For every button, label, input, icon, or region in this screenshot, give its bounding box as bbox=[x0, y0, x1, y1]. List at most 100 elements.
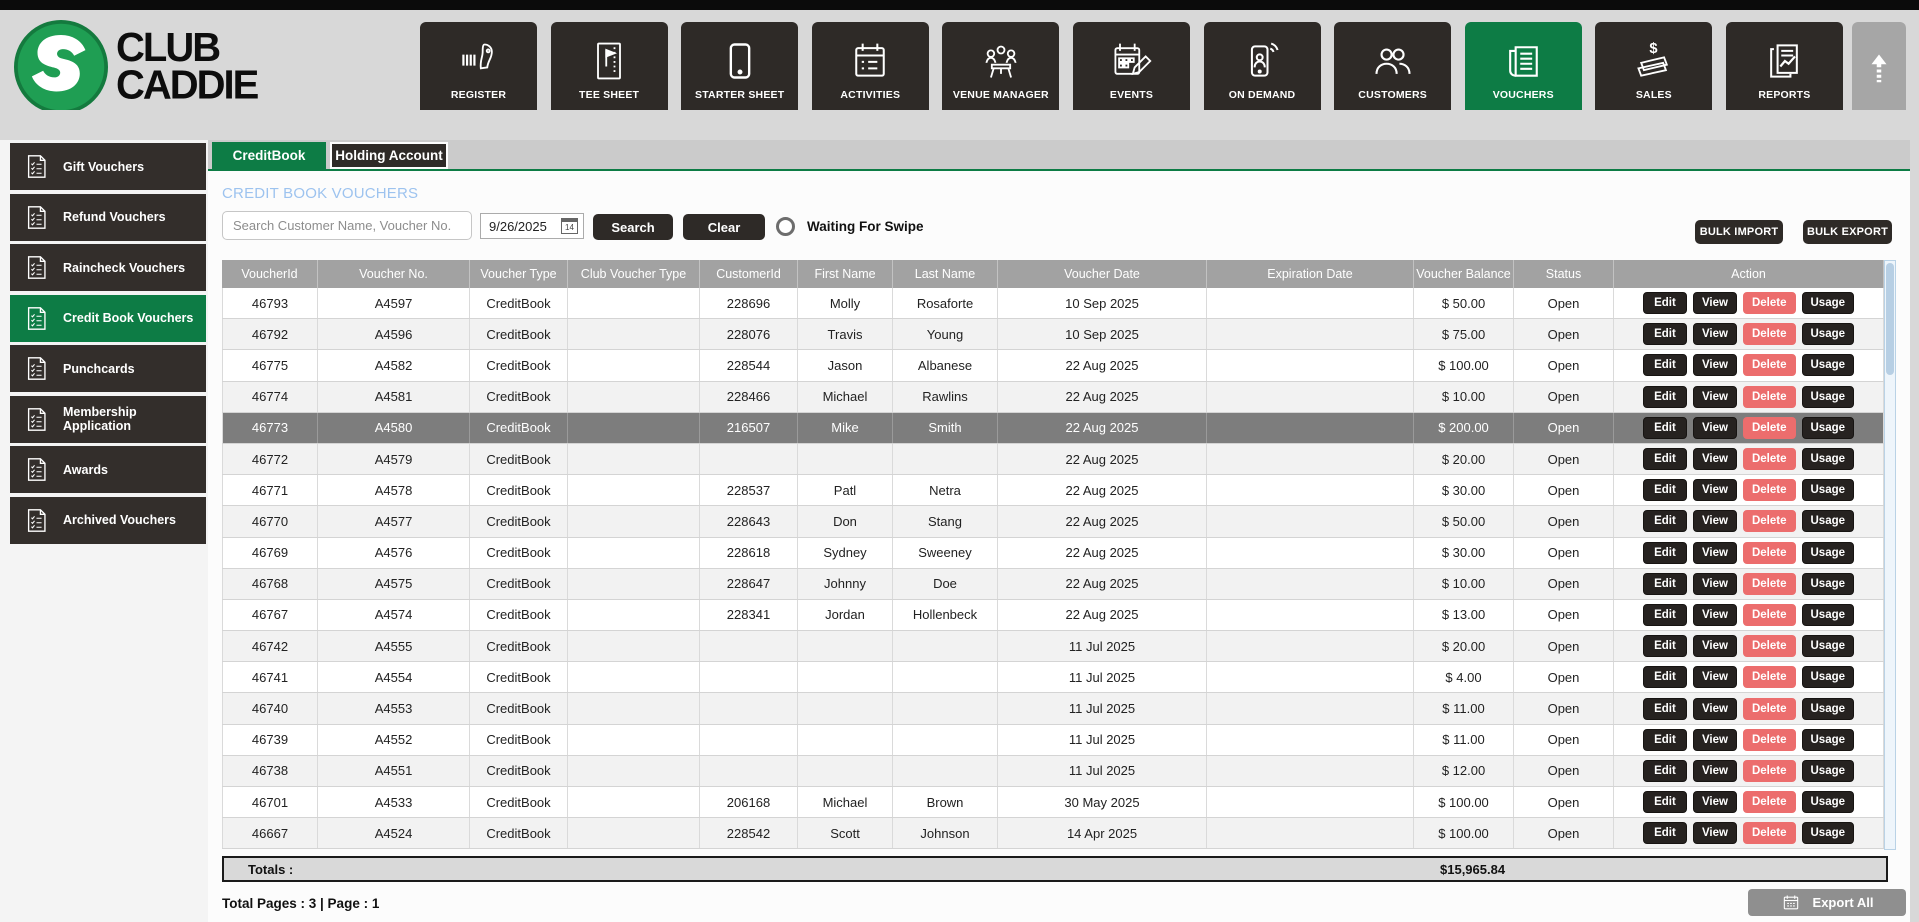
delete-button[interactable]: Delete bbox=[1743, 635, 1796, 657]
nav-tile-events[interactable]: EVENTS bbox=[1073, 22, 1190, 118]
table-row[interactable]: 46774A4581CreditBook228466MichaelRawlins… bbox=[222, 382, 1884, 413]
delete-button[interactable]: Delete bbox=[1743, 323, 1796, 345]
view-button[interactable]: View bbox=[1693, 479, 1737, 501]
view-button[interactable]: View bbox=[1693, 604, 1737, 626]
table-scrollbar[interactable] bbox=[1884, 260, 1896, 850]
delete-button[interactable]: Delete bbox=[1743, 448, 1796, 470]
table-row[interactable]: 46742A4555CreditBook11 Jul 2025$ 20.00Op… bbox=[222, 631, 1884, 662]
delete-button[interactable]: Delete bbox=[1743, 292, 1796, 314]
delete-button[interactable]: Delete bbox=[1743, 510, 1796, 532]
scrollbar-thumb[interactable] bbox=[1886, 263, 1894, 375]
edit-button[interactable]: Edit bbox=[1643, 760, 1687, 782]
table-row[interactable]: 46701A4533CreditBook206168MichaelBrown30… bbox=[222, 787, 1884, 818]
edit-button[interactable]: Edit bbox=[1643, 573, 1687, 595]
edit-button[interactable]: Edit bbox=[1643, 635, 1687, 657]
sidebar-item-refund-vouchers[interactable]: Refund Vouchers bbox=[10, 194, 206, 241]
delete-button[interactable]: Delete bbox=[1743, 479, 1796, 501]
sidebar-item-archived-vouchers[interactable]: Archived Vouchers bbox=[10, 497, 206, 544]
delete-button[interactable]: Delete bbox=[1743, 666, 1796, 688]
edit-button[interactable]: Edit bbox=[1643, 666, 1687, 688]
nav-tile-sales[interactable]: $SALES bbox=[1595, 22, 1712, 118]
bulk-import-button[interactable]: BULK IMPORT bbox=[1695, 220, 1783, 244]
view-button[interactable]: View bbox=[1693, 292, 1737, 314]
edit-button[interactable]: Edit bbox=[1643, 292, 1687, 314]
delete-button[interactable]: Delete bbox=[1743, 417, 1796, 439]
table-row[interactable]: 46741A4554CreditBook11 Jul 2025$ 4.00Ope… bbox=[222, 662, 1884, 693]
view-button[interactable]: View bbox=[1693, 510, 1737, 532]
view-button[interactable]: View bbox=[1693, 323, 1737, 345]
export-all-button[interactable]: Export All bbox=[1748, 889, 1906, 916]
table-row[interactable]: 46771A4578CreditBook228537PatlNetra22 Au… bbox=[222, 475, 1884, 506]
nav-tile-register[interactable]: REGISTER bbox=[420, 22, 537, 118]
edit-button[interactable]: Edit bbox=[1643, 822, 1687, 844]
nav-tile-starter-sheet[interactable]: STARTER SHEET bbox=[681, 22, 798, 118]
view-button[interactable]: View bbox=[1693, 542, 1737, 564]
usage-button[interactable]: Usage bbox=[1802, 666, 1855, 688]
usage-button[interactable]: Usage bbox=[1802, 573, 1855, 595]
usage-button[interactable]: Usage bbox=[1802, 354, 1855, 376]
sidebar-item-membership-application[interactable]: Membership Application bbox=[10, 396, 206, 443]
view-button[interactable]: View bbox=[1693, 573, 1737, 595]
usage-button[interactable]: Usage bbox=[1802, 292, 1855, 314]
view-button[interactable]: View bbox=[1693, 448, 1737, 470]
usage-button[interactable]: Usage bbox=[1802, 604, 1855, 626]
date-picker[interactable]: 9/26/2025 14 bbox=[480, 213, 584, 239]
delete-button[interactable]: Delete bbox=[1743, 386, 1796, 408]
view-button[interactable]: View bbox=[1693, 666, 1737, 688]
delete-button[interactable]: Delete bbox=[1743, 573, 1796, 595]
usage-button[interactable]: Usage bbox=[1802, 323, 1855, 345]
delete-button[interactable]: Delete bbox=[1743, 604, 1796, 626]
sidebar-item-credit-book-vouchers[interactable]: Credit Book Vouchers bbox=[10, 295, 206, 342]
usage-button[interactable]: Usage bbox=[1802, 542, 1855, 564]
table-row[interactable]: 46768A4575CreditBook228647JohnnyDoe22 Au… bbox=[222, 569, 1884, 600]
search-input[interactable] bbox=[222, 211, 472, 240]
clear-button[interactable]: Clear bbox=[683, 214, 765, 240]
delete-button[interactable]: Delete bbox=[1743, 542, 1796, 564]
edit-button[interactable]: Edit bbox=[1643, 479, 1687, 501]
nav-tile-venue-manager[interactable]: VENUE MANAGER bbox=[942, 22, 1059, 118]
edit-button[interactable]: Edit bbox=[1643, 729, 1687, 751]
table-row[interactable]: 46739A4552CreditBook11 Jul 2025$ 11.00Op… bbox=[222, 725, 1884, 756]
view-button[interactable]: View bbox=[1693, 635, 1737, 657]
view-button[interactable]: View bbox=[1693, 760, 1737, 782]
edit-button[interactable]: Edit bbox=[1643, 791, 1687, 813]
usage-button[interactable]: Usage bbox=[1802, 791, 1855, 813]
delete-button[interactable]: Delete bbox=[1743, 698, 1796, 720]
tab-holding-account[interactable]: Holding Account bbox=[330, 142, 448, 169]
usage-button[interactable]: Usage bbox=[1802, 822, 1855, 844]
usage-button[interactable]: Usage bbox=[1802, 386, 1855, 408]
search-button[interactable]: Search bbox=[593, 214, 673, 240]
table-row[interactable]: 46772A4579CreditBook22 Aug 2025$ 20.00Op… bbox=[222, 444, 1884, 475]
usage-button[interactable]: Usage bbox=[1802, 417, 1855, 439]
table-row[interactable]: 46738A4551CreditBook11 Jul 2025$ 12.00Op… bbox=[222, 756, 1884, 787]
table-row[interactable]: 46667A4524CreditBook228542ScottJohnson14… bbox=[222, 818, 1884, 849]
view-button[interactable]: View bbox=[1693, 417, 1737, 439]
usage-button[interactable]: Usage bbox=[1802, 698, 1855, 720]
table-row[interactable]: 46767A4574CreditBook228341JordanHollenbe… bbox=[222, 600, 1884, 631]
usage-button[interactable]: Usage bbox=[1802, 729, 1855, 751]
sidebar-item-punchcards[interactable]: Punchcards bbox=[10, 345, 206, 392]
delete-button[interactable]: Delete bbox=[1743, 791, 1796, 813]
sidebar-item-raincheck-vouchers[interactable]: Raincheck Vouchers bbox=[10, 244, 206, 291]
table-row[interactable]: 46770A4577CreditBook228643DonStang22 Aug… bbox=[222, 506, 1884, 537]
delete-button[interactable]: Delete bbox=[1743, 760, 1796, 782]
view-button[interactable]: View bbox=[1693, 791, 1737, 813]
sidebar-item-awards[interactable]: Awards bbox=[10, 446, 206, 493]
bulk-export-button[interactable]: BULK EXPORT bbox=[1803, 220, 1892, 244]
view-button[interactable]: View bbox=[1693, 354, 1737, 376]
edit-button[interactable]: Edit bbox=[1643, 698, 1687, 720]
edit-button[interactable]: Edit bbox=[1643, 386, 1687, 408]
edit-button[interactable]: Edit bbox=[1643, 323, 1687, 345]
nav-tile-vouchers[interactable]: VOUCHERS bbox=[1465, 22, 1582, 118]
edit-button[interactable]: Edit bbox=[1643, 448, 1687, 470]
delete-button[interactable]: Delete bbox=[1743, 354, 1796, 376]
edit-button[interactable]: Edit bbox=[1643, 354, 1687, 376]
nav-tile-on-demand[interactable]: ON DEMAND bbox=[1204, 22, 1321, 118]
nav-tile-customers[interactable]: CUSTOMERS bbox=[1334, 22, 1451, 118]
view-button[interactable]: View bbox=[1693, 822, 1737, 844]
nav-tile-reports[interactable]: REPORTS bbox=[1726, 22, 1843, 118]
table-row[interactable]: 46775A4582CreditBook228544JasonAlbanese2… bbox=[222, 350, 1884, 381]
usage-button[interactable]: Usage bbox=[1802, 635, 1855, 657]
view-button[interactable]: View bbox=[1693, 386, 1737, 408]
tab-creditbook[interactable]: CreditBook bbox=[212, 142, 326, 169]
